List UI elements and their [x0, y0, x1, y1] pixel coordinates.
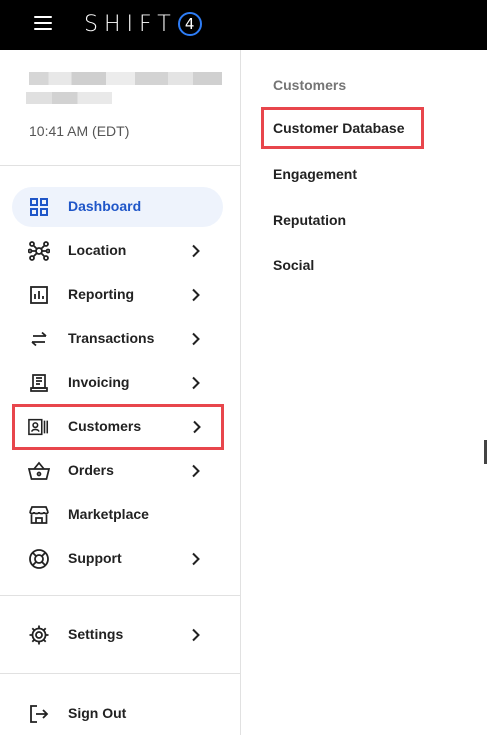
sidebar: 10:41 AM (EDT) Dashboard Location Report… [0, 50, 241, 735]
sidebar-item-support[interactable]: Support [12, 539, 223, 579]
sidebar-item-invoicing[interactable]: Invoicing [12, 363, 223, 403]
sidebar-item-label: Settings [68, 626, 124, 642]
sidebar-item-dashboard[interactable]: Dashboard [12, 187, 223, 227]
sidebar-nav: Dashboard Location Reporting Transaction… [0, 166, 240, 596]
signout-section: Sign Out [0, 674, 240, 735]
sidebar-item-label: Marketplace [68, 506, 149, 522]
chevron-right-icon [192, 332, 200, 346]
brand-number-badge: 4 [177, 12, 202, 36]
chevron-right-icon [192, 244, 200, 258]
chevron-right-icon [192, 464, 200, 478]
redacted-user-email [26, 92, 112, 104]
receipt-icon [28, 372, 50, 394]
sidebar-item-label: Customers [68, 418, 142, 434]
sidebar-item-transactions[interactable]: Transactions [12, 319, 223, 359]
logout-icon [28, 703, 50, 725]
sidebar-item-label: Invoicing [68, 374, 130, 390]
sidebar-item-label: Orders [68, 462, 114, 478]
chevron-right-icon [192, 628, 200, 642]
chevron-right-icon [193, 420, 201, 434]
sidebar-item-marketplace[interactable]: Marketplace [12, 495, 223, 535]
hamburger-icon[interactable] [34, 16, 52, 30]
sidebar-item-customers[interactable]: Customers [12, 404, 224, 450]
submenu-item-social[interactable]: Social [261, 244, 314, 286]
user-info: 10:41 AM (EDT) [0, 50, 240, 166]
customers-submenu: Customers Customer Database Engagement R… [241, 50, 487, 735]
top-bar: SHIFT 4 [0, 0, 487, 50]
submenu-item-customer-database[interactable]: Customer Database [261, 107, 424, 149]
settings-section: Settings [0, 596, 240, 674]
submenu-item-engagement[interactable]: Engagement [261, 153, 357, 195]
sidebar-item-label: Support [68, 550, 122, 566]
sidebar-item-label: Dashboard [68, 198, 142, 214]
storefront-icon [28, 504, 50, 526]
redacted-user-name [29, 72, 222, 85]
sidebar-item-label: Transactions [68, 330, 155, 346]
gear-icon [28, 624, 50, 646]
current-time: 10:41 AM (EDT) [29, 123, 130, 139]
chevron-right-icon [192, 376, 200, 390]
swap-arrows-icon [28, 328, 50, 350]
sidebar-item-signout[interactable]: Sign Out [12, 694, 223, 734]
sidebar-item-label: Reporting [68, 286, 135, 302]
brand-logo[interactable]: SHIFT 4 [84, 9, 202, 39]
chevron-right-icon [192, 288, 200, 302]
brand-text: SHIFT [84, 11, 177, 37]
sidebar-item-label: Location [68, 242, 127, 258]
sidebar-item-reporting[interactable]: Reporting [12, 275, 223, 315]
submenu-item-reputation[interactable]: Reputation [261, 199, 346, 241]
lifebuoy-icon [28, 548, 50, 570]
chevron-right-icon [192, 552, 200, 566]
contact-card-icon [28, 416, 50, 438]
bar-chart-icon [28, 284, 50, 306]
sidebar-item-location[interactable]: Location [12, 231, 223, 271]
network-icon [28, 240, 50, 262]
grid-icon [28, 196, 50, 218]
submenu-title: Customers [273, 77, 347, 93]
sidebar-item-settings[interactable]: Settings [12, 615, 223, 655]
basket-icon [28, 460, 50, 482]
sidebar-item-orders[interactable]: Orders [12, 451, 223, 491]
sidebar-item-label: Sign Out [68, 705, 127, 721]
